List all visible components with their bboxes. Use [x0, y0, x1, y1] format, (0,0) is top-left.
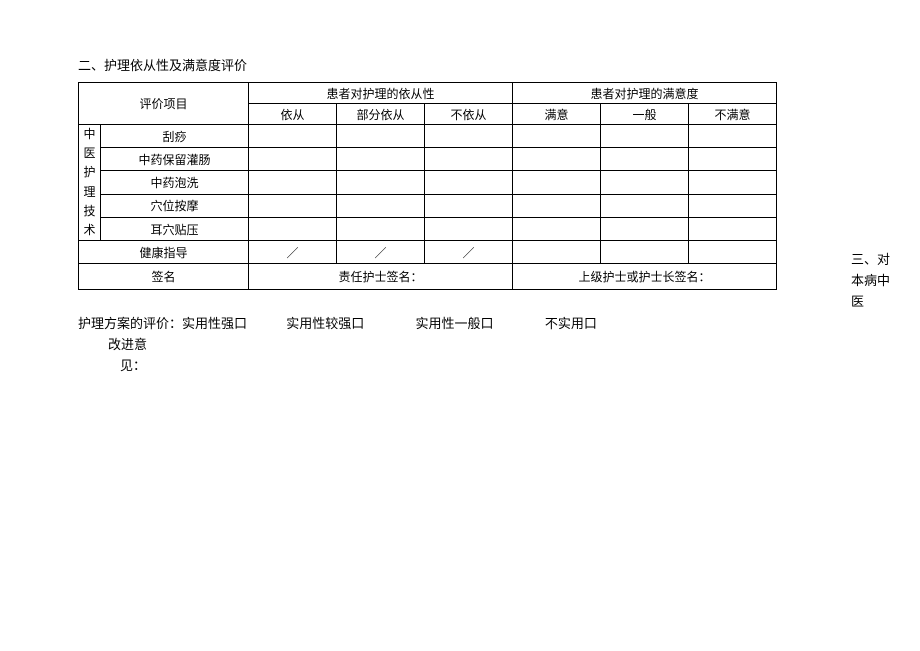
sub-satisfaction-0: 满意	[513, 104, 601, 125]
side-note-line: 三、对	[851, 250, 881, 271]
cell[interactable]	[337, 171, 425, 194]
cell[interactable]	[689, 148, 777, 171]
cell[interactable]	[249, 148, 337, 171]
health-cell-4[interactable]	[601, 241, 689, 264]
evaluation-options: 护理方案的评价：实用性强口 实用性较强口 实用性一般口 不实用口 改进意 见：	[78, 314, 838, 376]
cell[interactable]	[601, 194, 689, 217]
row-tech-0: 刮痧	[101, 125, 249, 148]
vert-char: 理	[79, 183, 100, 202]
sub-satisfaction-2: 不满意	[689, 104, 777, 125]
sign-label: 签名	[79, 264, 249, 290]
cell[interactable]	[601, 125, 689, 148]
cell[interactable]	[425, 125, 513, 148]
sub-compliance-0: 依从	[249, 104, 337, 125]
cell[interactable]	[249, 125, 337, 148]
cell[interactable]	[425, 171, 513, 194]
section-title: 二、护理依从性及满意度评价	[78, 55, 247, 74]
eval-opt-1[interactable]: 实用性较强口	[286, 314, 364, 335]
health-cell-3[interactable]	[513, 241, 601, 264]
vert-char: 医	[79, 144, 100, 163]
side-note-line: 本病中	[851, 271, 881, 292]
health-cell-5[interactable]	[689, 241, 777, 264]
eval-label: 护理方案的评价：实用性强口	[78, 314, 247, 335]
sub-compliance-2: 不依从	[425, 104, 513, 125]
cell[interactable]	[513, 171, 601, 194]
row-tech-4: 耳穴贴压	[101, 217, 249, 240]
cell[interactable]	[425, 194, 513, 217]
cell[interactable]	[601, 171, 689, 194]
cell[interactable]	[601, 148, 689, 171]
cell[interactable]	[601, 217, 689, 240]
cell[interactable]	[337, 194, 425, 217]
cell[interactable]	[249, 171, 337, 194]
cell[interactable]	[513, 148, 601, 171]
eval-opt-2[interactable]: 实用性一般口	[416, 314, 494, 335]
row-tech-3: 穴位按摩	[101, 194, 249, 217]
row-tech-1: 中药保留灌肠	[101, 148, 249, 171]
cell[interactable]	[337, 148, 425, 171]
cell[interactable]	[425, 217, 513, 240]
sign-senior[interactable]: 上级护士或护士长签名：	[513, 264, 777, 290]
cell[interactable]	[337, 217, 425, 240]
cell[interactable]	[513, 125, 601, 148]
eval-prefix: 护理方案的评价：	[78, 316, 182, 331]
hdr-satisfaction: 患者对护理的满意度	[513, 83, 777, 104]
side-note-line: 医	[851, 292, 881, 313]
vert-char: 术	[79, 221, 100, 240]
cell[interactable]	[249, 217, 337, 240]
cell[interactable]	[337, 125, 425, 148]
cell[interactable]	[425, 148, 513, 171]
cell[interactable]	[249, 194, 337, 217]
health-cell-1: ／	[337, 241, 425, 264]
cell[interactable]	[689, 125, 777, 148]
eval-indent2: 见：	[120, 356, 838, 377]
side-note: 三、对 本病中 医	[851, 250, 881, 312]
row-tech-2: 中药泡洗	[101, 171, 249, 194]
health-cell-0: ／	[249, 241, 337, 264]
eval-opt-0[interactable]: 实用性强口	[182, 316, 247, 331]
sub-compliance-1: 部分依从	[337, 104, 425, 125]
sub-satisfaction-1: 一般	[601, 104, 689, 125]
cell[interactable]	[513, 194, 601, 217]
health-label: 健康指导	[79, 241, 249, 264]
cell[interactable]	[689, 217, 777, 240]
eval-indent: 改进意	[108, 335, 838, 356]
health-cell-2: ／	[425, 241, 513, 264]
cell[interactable]	[689, 171, 777, 194]
vert-label: 中 医 护 理 技 术	[79, 125, 101, 241]
vert-char: 中	[79, 125, 100, 144]
eval-opt-3[interactable]: 不实用口	[545, 314, 597, 335]
vert-char: 护	[79, 163, 100, 182]
evaluation-table: 评价项目 患者对护理的依从性 患者对护理的满意度 依从 部分依从 不依从 满意 …	[78, 82, 777, 290]
hdr-item: 评价项目	[79, 83, 249, 125]
hdr-compliance: 患者对护理的依从性	[249, 83, 513, 104]
vert-char: 技	[79, 202, 100, 221]
cell[interactable]	[513, 217, 601, 240]
sign-responsible[interactable]: 责任护士签名：	[249, 264, 513, 290]
cell[interactable]	[689, 194, 777, 217]
